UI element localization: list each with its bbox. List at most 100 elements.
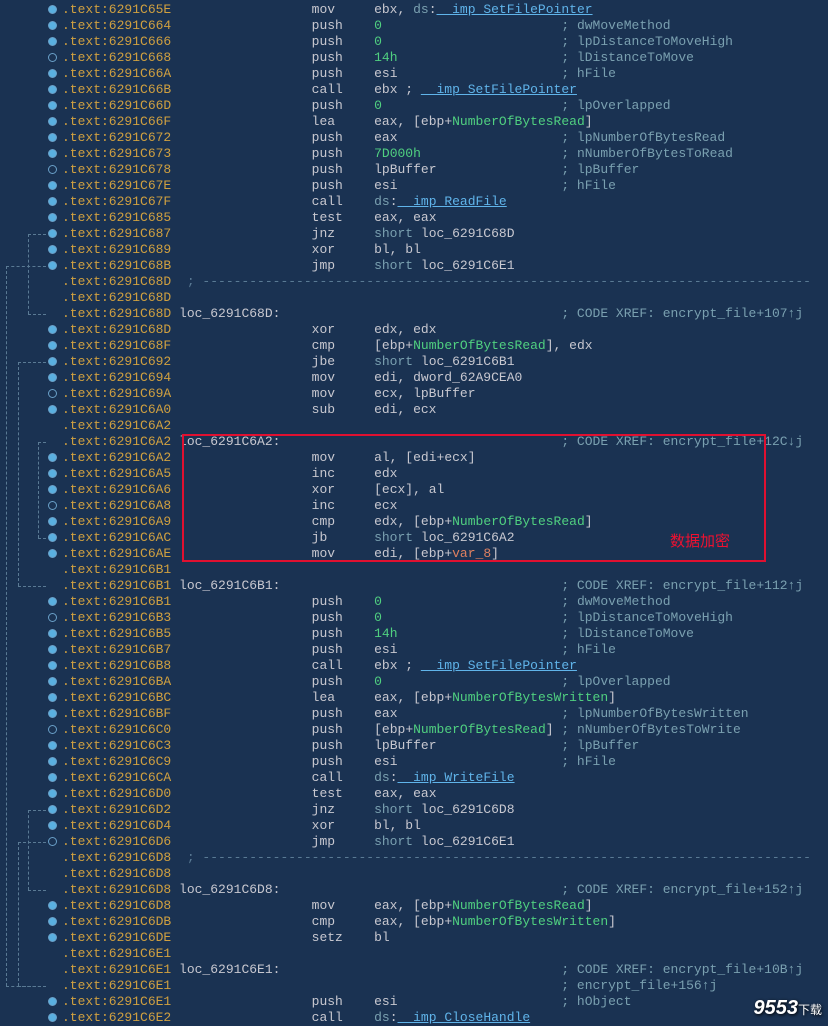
- breakpoint-dot[interactable]: [48, 901, 57, 910]
- breakpoint-dot[interactable]: [48, 133, 57, 142]
- disasm-row[interactable]: .text:6291C6A9 cmp edx, [ebp+NumberOfByt…: [62, 514, 811, 530]
- breakpoint-dot[interactable]: [48, 789, 57, 798]
- breakpoint-dot[interactable]: [48, 501, 57, 510]
- disasm-row[interactable]: .text:6291C6A8 inc ecx: [62, 498, 811, 514]
- breakpoint-dot[interactable]: [48, 677, 57, 686]
- breakpoint-dot[interactable]: [48, 245, 57, 254]
- breakpoint-dot[interactable]: [48, 357, 57, 366]
- disasm-row[interactable]: .text:6291C6BF push eax ; lpNumberOfByte…: [62, 706, 811, 722]
- disasm-row[interactable]: .text:6291C673 push 7D000h ; nNumberOfBy…: [62, 146, 811, 162]
- disasm-row[interactable]: .text:6291C685 test eax, eax: [62, 210, 811, 226]
- breakpoint-dot[interactable]: [48, 821, 57, 830]
- breakpoint-dot[interactable]: [48, 261, 57, 270]
- breakpoint-dot[interactable]: [48, 165, 57, 174]
- disasm-row[interactable]: .text:6291C6DE setz bl: [62, 930, 811, 946]
- disasm-row[interactable]: .text:6291C6D8 ; -----------------------…: [62, 850, 811, 866]
- breakpoint-dot[interactable]: [48, 341, 57, 350]
- breakpoint-dot[interactable]: [48, 37, 57, 46]
- disasm-row[interactable]: .text:6291C664 push 0 ; dwMoveMethod: [62, 18, 811, 34]
- disasm-row[interactable]: .text:6291C6CA call ds:__imp_WriteFile: [62, 770, 811, 786]
- disasm-row[interactable]: .text:6291C6B5 push 14h ; lDistanceToMov…: [62, 626, 811, 642]
- disasm-row[interactable]: .text:6291C6BA push 0 ; lpOverlapped: [62, 674, 811, 690]
- breakpoint-dot[interactable]: [48, 997, 57, 1006]
- breakpoint-dot[interactable]: [48, 933, 57, 942]
- disasm-row[interactable]: .text:6291C6D2 jnz short loc_6291C6D8: [62, 802, 811, 818]
- breakpoint-dot[interactable]: [48, 229, 57, 238]
- breakpoint-dot[interactable]: [48, 21, 57, 30]
- disasm-row[interactable]: .text:6291C6DB cmp eax, [ebp+NumberOfByt…: [62, 914, 811, 930]
- breakpoint-dot[interactable]: [48, 549, 57, 558]
- disasm-row[interactable]: .text:6291C692 jbe short loc_6291C6B1: [62, 354, 811, 370]
- breakpoint-dot[interactable]: [48, 597, 57, 606]
- breakpoint-dot[interactable]: [48, 1013, 57, 1022]
- breakpoint-dot[interactable]: [48, 213, 57, 222]
- breakpoint-dot[interactable]: [48, 101, 57, 110]
- disasm-row[interactable]: .text:6291C66B call ebx ; __imp_SetFileP…: [62, 82, 811, 98]
- disasm-row[interactable]: .text:6291C6A6 xor [ecx], al: [62, 482, 811, 498]
- disasm-row[interactable]: .text:6291C6B1 push 0 ; dwMoveMethod: [62, 594, 811, 610]
- disasm-row[interactable]: .text:6291C694 mov edi, dword_62A9CEA0: [62, 370, 811, 386]
- disasm-row[interactable]: .text:6291C6B8 call ebx ; __imp_SetFileP…: [62, 658, 811, 674]
- disasm-row[interactable]: .text:6291C68F cmp [ebp+NumberOfBytesRea…: [62, 338, 811, 354]
- breakpoint-dot[interactable]: [48, 773, 57, 782]
- disasm-row[interactable]: .text:6291C6A2 loc_6291C6A2: ; CODE XREF…: [62, 434, 811, 450]
- breakpoint-dot[interactable]: [48, 805, 57, 814]
- breakpoint-dot[interactable]: [48, 469, 57, 478]
- disasm-row[interactable]: .text:6291C6B1: [62, 562, 811, 578]
- breakpoint-dot[interactable]: [48, 629, 57, 638]
- disasm-row[interactable]: .text:6291C66F lea eax, [ebp+NumberOfByt…: [62, 114, 811, 130]
- breakpoint-dot[interactable]: [48, 373, 57, 382]
- breakpoint-dot[interactable]: [48, 197, 57, 206]
- disasm-row[interactable]: .text:6291C687 jnz short loc_6291C68D: [62, 226, 811, 242]
- disasm-row[interactable]: .text:6291C6D4 xor bl, bl: [62, 818, 811, 834]
- disassembly-listing[interactable]: .text:6291C65E mov ebx, ds:__imp_SetFile…: [62, 2, 811, 1026]
- disasm-row[interactable]: .text:6291C6E1: [62, 946, 811, 962]
- disasm-row[interactable]: .text:6291C678 push lpBuffer ; lpBuffer: [62, 162, 811, 178]
- disasm-row[interactable]: .text:6291C66D push 0 ; lpOverlapped: [62, 98, 811, 114]
- disasm-row[interactable]: .text:6291C68B jmp short loc_6291C6E1: [62, 258, 811, 274]
- disasm-row[interactable]: .text:6291C65E mov ebx, ds:__imp_SetFile…: [62, 2, 811, 18]
- breakpoint-dot[interactable]: [48, 741, 57, 750]
- breakpoint-dot[interactable]: [48, 149, 57, 158]
- breakpoint-dot[interactable]: [48, 533, 57, 542]
- disasm-row[interactable]: .text:6291C6D8: [62, 866, 811, 882]
- breakpoint-dot[interactable]: [48, 517, 57, 526]
- breakpoint-dot[interactable]: [48, 405, 57, 414]
- disasm-row[interactable]: .text:6291C6E1 push esi ; hObject: [62, 994, 811, 1010]
- disasm-row[interactable]: .text:6291C6E1 ; encrypt_file+156↑j: [62, 978, 811, 994]
- breakpoint-dot[interactable]: [48, 613, 57, 622]
- breakpoint-dot[interactable]: [48, 709, 57, 718]
- breakpoint-dot[interactable]: [48, 645, 57, 654]
- breakpoint-dot[interactable]: [48, 325, 57, 334]
- disasm-row[interactable]: .text:6291C6A0 sub edi, ecx: [62, 402, 811, 418]
- disasm-row[interactable]: .text:6291C6A5 inc edx: [62, 466, 811, 482]
- breakpoint-dot[interactable]: [48, 693, 57, 702]
- disasm-row[interactable]: .text:6291C6C0 push [ebp+NumberOfBytesRe…: [62, 722, 811, 738]
- disasm-row[interactable]: .text:6291C672 push eax ; lpNumberOfByte…: [62, 130, 811, 146]
- disasm-row[interactable]: .text:6291C68D: [62, 290, 811, 306]
- disasm-row[interactable]: .text:6291C6D8 loc_6291C6D8: ; CODE XREF…: [62, 882, 811, 898]
- breakpoint-dot[interactable]: [48, 117, 57, 126]
- disasm-row[interactable]: .text:6291C6BC lea eax, [ebp+NumberOfByt…: [62, 690, 811, 706]
- breakpoint-dot[interactable]: [48, 661, 57, 670]
- breakpoint-dot[interactable]: [48, 53, 57, 62]
- breakpoint-dot[interactable]: [48, 181, 57, 190]
- breakpoint-dot[interactable]: [48, 389, 57, 398]
- breakpoint-dot[interactable]: [48, 453, 57, 462]
- disasm-row[interactable]: .text:6291C6E1 loc_6291C6E1: ; CODE XREF…: [62, 962, 811, 978]
- disasm-row[interactable]: .text:6291C6C3 push lpBuffer ; lpBuffer: [62, 738, 811, 754]
- disasm-row[interactable]: .text:6291C6D6 jmp short loc_6291C6E1: [62, 834, 811, 850]
- disasm-row[interactable]: .text:6291C66A push esi ; hFile: [62, 66, 811, 82]
- disasm-row[interactable]: .text:6291C67E push esi ; hFile: [62, 178, 811, 194]
- disasm-row[interactable]: .text:6291C6B7 push esi ; hFile: [62, 642, 811, 658]
- disasm-row[interactable]: .text:6291C6A2 mov al, [edi+ecx]: [62, 450, 811, 466]
- disasm-row[interactable]: .text:6291C6D8 mov eax, [ebp+NumberOfByt…: [62, 898, 811, 914]
- breakpoint-dot[interactable]: [48, 917, 57, 926]
- disasm-row[interactable]: .text:6291C668 push 14h ; lDistanceToMov…: [62, 50, 811, 66]
- disasm-row[interactable]: .text:6291C6A2: [62, 418, 811, 434]
- breakpoint-dot[interactable]: [48, 85, 57, 94]
- breakpoint-dot[interactable]: [48, 485, 57, 494]
- disasm-row[interactable]: .text:6291C6D0 test eax, eax: [62, 786, 811, 802]
- breakpoint-dot[interactable]: [48, 837, 57, 846]
- breakpoint-dot[interactable]: [48, 69, 57, 78]
